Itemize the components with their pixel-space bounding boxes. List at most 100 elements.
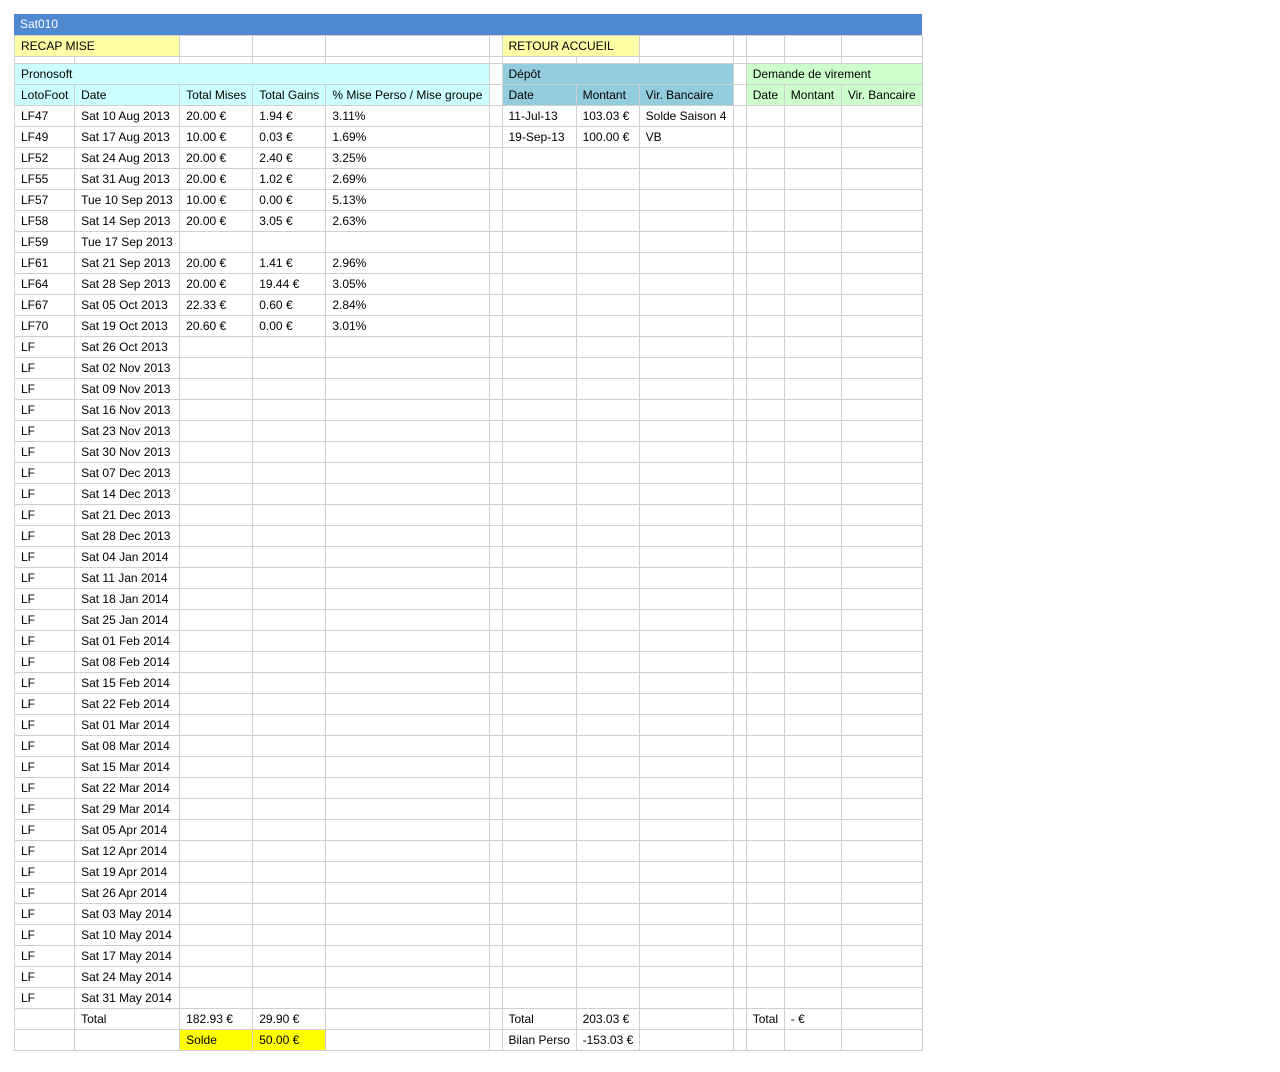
empty-cell xyxy=(488,273,503,295)
depot-vir-cell xyxy=(638,210,734,232)
table-row: LF57 Tue 10 Sep 2013 10.00 €0.00 €5.13% xyxy=(13,189,924,211)
virement-montant-cell xyxy=(783,210,842,232)
lotofoot-cell: LF xyxy=(13,336,76,358)
depot-vir-cell xyxy=(638,756,734,778)
pct-mise-cell: 2.84% xyxy=(325,294,490,316)
recap-mise-button[interactable]: RECAP MISE xyxy=(13,35,181,57)
lotofoot-cell: LF xyxy=(13,861,76,883)
table-row: LF Sat 04 Jan 2014 xyxy=(13,546,924,568)
empty-cell xyxy=(488,819,503,841)
depot-date-cell xyxy=(501,777,577,799)
depot-date-cell xyxy=(501,525,577,547)
depot-date-cell xyxy=(501,924,577,946)
table-row: LF Sat 18 Jan 2014 xyxy=(13,588,924,610)
table-row: LF Sat 07 Dec 2013 xyxy=(13,462,924,484)
total-gains-cell xyxy=(252,777,327,799)
empty-cell xyxy=(732,1029,747,1051)
depot-montant-cell xyxy=(575,567,640,589)
button-row: RECAP MISE RETOUR ACCUEIL xyxy=(13,35,924,57)
depot-vir-cell xyxy=(638,903,734,925)
depot-date-cell xyxy=(501,588,577,610)
date-cell: Sat 03 May 2014 xyxy=(74,903,181,925)
date-cell: Sat 24 Aug 2013 xyxy=(74,147,181,169)
virement-montant-cell xyxy=(783,693,842,715)
empty-cell xyxy=(732,441,747,463)
empty-cell xyxy=(488,777,503,799)
table-row: LF Sat 08 Feb 2014 xyxy=(13,651,924,673)
depot-montant-cell xyxy=(575,924,640,946)
retour-accueil-button[interactable]: RETOUR ACCUEIL xyxy=(501,35,640,57)
empty-cell xyxy=(732,588,747,610)
table-row: LF Sat 16 Nov 2013 xyxy=(13,399,924,421)
empty-cell xyxy=(732,35,747,57)
empty-cell xyxy=(732,273,747,295)
empty-cell xyxy=(732,546,747,568)
virement-vir-cell xyxy=(840,882,924,904)
empty-cell xyxy=(732,651,747,673)
total-mises-cell xyxy=(179,546,254,568)
virement-montant-cell xyxy=(783,504,842,526)
depot-montant-cell xyxy=(575,231,640,253)
empty-cell xyxy=(732,105,747,127)
virement-vir-cell xyxy=(840,693,924,715)
total-gains-cell xyxy=(252,903,327,925)
virement-vir-cell xyxy=(840,168,924,190)
virement-montant-cell xyxy=(783,924,842,946)
total-mises-cell xyxy=(179,525,254,547)
column-header-row: LotoFoot Date Total Mises Total Gains % … xyxy=(13,84,924,106)
virement-date-cell xyxy=(745,462,785,484)
total-gains-cell: 3.05 € xyxy=(252,210,327,232)
empty-cell xyxy=(488,84,503,106)
total-mises-cell: 10.00 € xyxy=(179,126,254,148)
bilan-perso-value: -153.03 € xyxy=(575,1029,640,1051)
depot-montant-cell: 100.00 € xyxy=(575,126,640,148)
depot-date-cell xyxy=(501,630,577,652)
empty-cell xyxy=(488,147,503,169)
date-cell: Sat 17 May 2014 xyxy=(74,945,181,967)
total-gains-cell xyxy=(252,357,327,379)
date-cell: Sat 15 Feb 2014 xyxy=(74,672,181,694)
depot-montant-cell xyxy=(575,903,640,925)
depot-montant-cell xyxy=(575,819,640,841)
depot-vir-cell: Solde Saison 4 xyxy=(638,105,734,127)
depot-date-cell xyxy=(501,147,577,169)
lotofoot-cell: LF xyxy=(13,882,76,904)
empty-cell xyxy=(488,966,503,988)
pct-mise-cell: 2.63% xyxy=(325,210,490,232)
depot-vir-cell xyxy=(638,147,734,169)
empty-cell xyxy=(488,336,503,358)
spacer-row xyxy=(13,56,924,64)
depot-date-cell xyxy=(501,399,577,421)
depot-montant-cell xyxy=(575,609,640,631)
table-row: LF Sat 01 Feb 2014 xyxy=(13,630,924,652)
virement-vir-cell xyxy=(840,231,924,253)
date-cell: Sat 19 Oct 2013 xyxy=(74,315,181,337)
total-mises-cell: 20.00 € xyxy=(179,105,254,127)
total-mises-cell xyxy=(179,231,254,253)
empty-cell xyxy=(488,525,503,547)
depot-montant-cell xyxy=(575,945,640,967)
depot-vir-cell xyxy=(638,399,734,421)
header-date: Date xyxy=(74,84,181,106)
total-gains-cell: 0.03 € xyxy=(252,126,327,148)
virement-vir-cell xyxy=(840,147,924,169)
depot-montant-cell xyxy=(575,420,640,442)
virement-date-cell xyxy=(745,630,785,652)
depot-vir-cell xyxy=(638,462,734,484)
table-row: LF Sat 26 Apr 2014 xyxy=(13,882,924,904)
virement-header-montant: Montant xyxy=(783,84,842,106)
pct-mise-cell xyxy=(325,672,490,694)
empty-cell xyxy=(732,336,747,358)
depot-date-cell xyxy=(501,252,577,274)
total-gains-cell xyxy=(252,693,327,715)
virement-date-cell xyxy=(745,756,785,778)
depot-header-date: Date xyxy=(501,84,577,106)
pct-mise-cell xyxy=(325,630,490,652)
virement-montant-cell xyxy=(783,378,842,400)
total-gains-cell xyxy=(252,231,327,253)
date-cell: Sat 11 Jan 2014 xyxy=(74,567,181,589)
pct-mise-cell xyxy=(325,357,490,379)
date-cell: Sat 01 Feb 2014 xyxy=(74,630,181,652)
depot-montant-cell xyxy=(575,483,640,505)
depot-montant-cell xyxy=(575,462,640,484)
